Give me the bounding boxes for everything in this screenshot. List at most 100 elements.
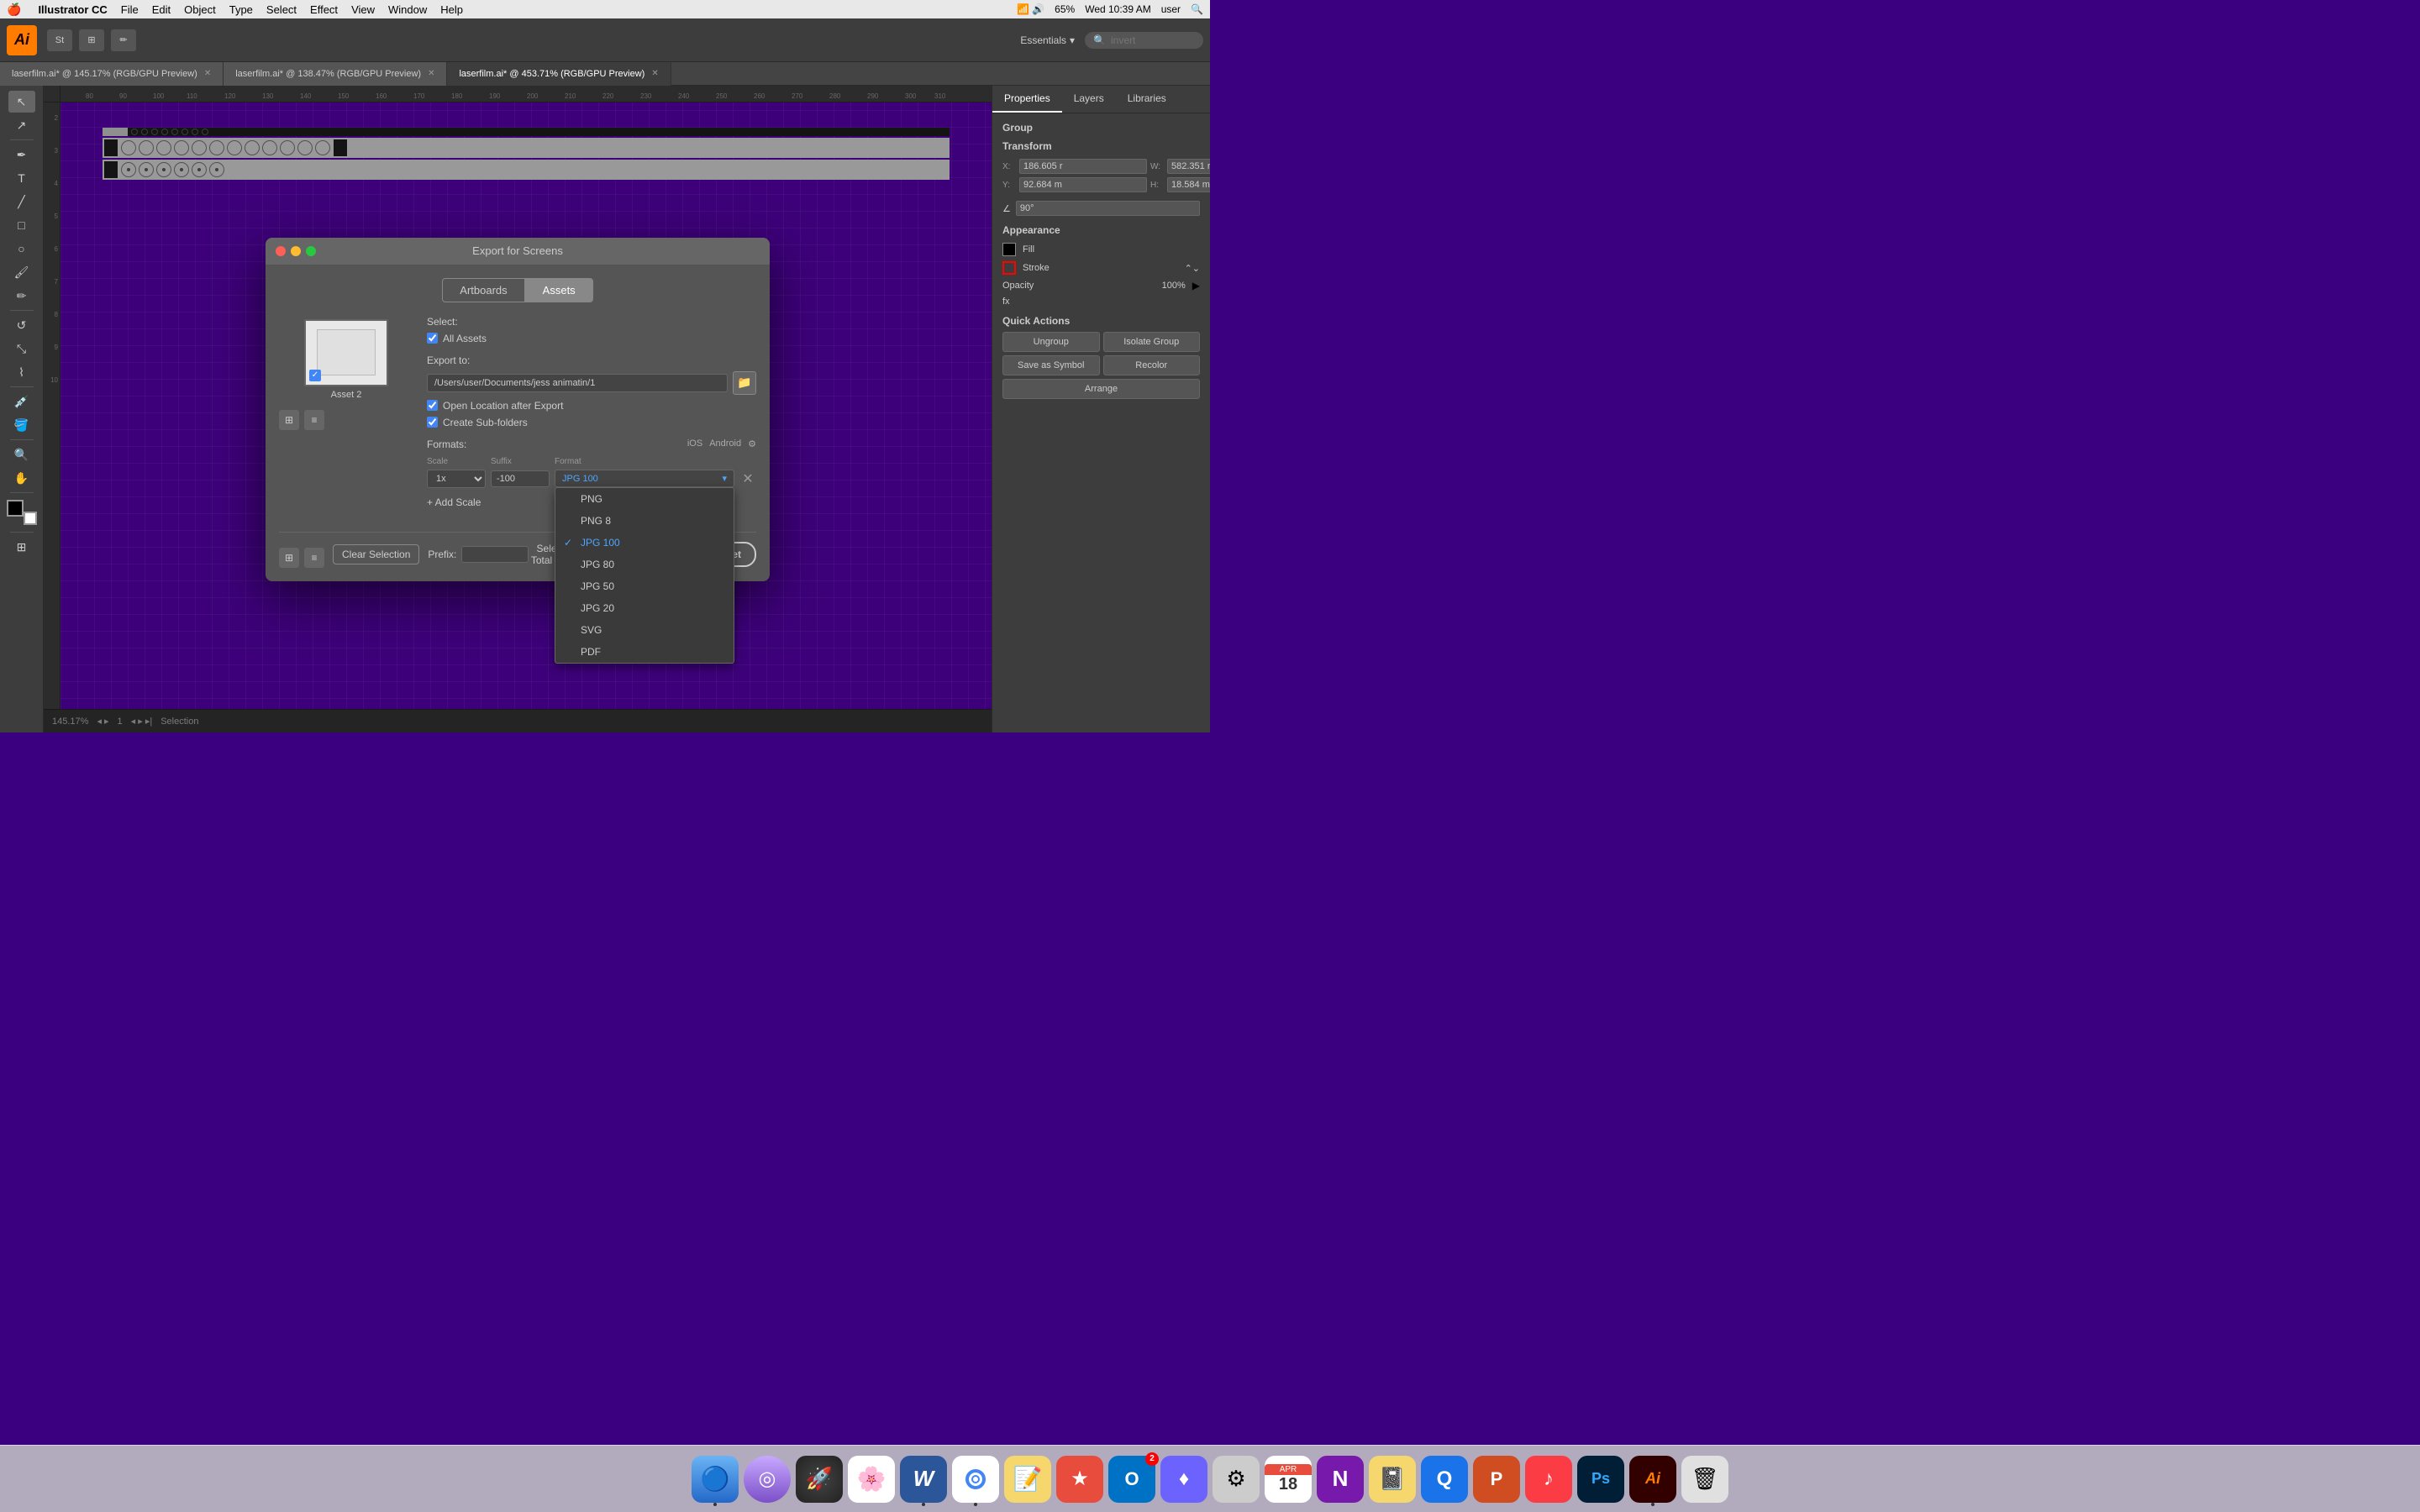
tool-pencil[interactable]: ✏ bbox=[8, 285, 35, 307]
dock-word[interactable]: W bbox=[900, 1456, 947, 1503]
x-input[interactable] bbox=[1019, 159, 1147, 174]
asset-item[interactable]: ✓ Asset 2 bbox=[279, 316, 413, 403]
dock-photos[interactable]: 🌸 bbox=[848, 1456, 895, 1503]
menu-window[interactable]: Window bbox=[388, 3, 427, 16]
modal-maximize-btn[interactable] bbox=[306, 246, 316, 256]
h-input[interactable] bbox=[1167, 177, 1210, 192]
doc-tab-2[interactable]: laserfilm.ai* @ 138.47% (RGB/GPU Preview… bbox=[224, 62, 447, 86]
dock-trash[interactable]: 🗑 bbox=[1681, 1456, 1728, 1503]
apple-menu[interactable]: 🍎 bbox=[7, 3, 21, 17]
menu-help[interactable]: Help bbox=[440, 3, 463, 16]
background-color[interactable] bbox=[24, 512, 37, 525]
dock-stickies[interactable]: 📝 bbox=[1004, 1456, 1051, 1503]
menu-view[interactable]: View bbox=[351, 3, 375, 16]
menu-object[interactable]: Object bbox=[184, 3, 216, 16]
ungroup-btn[interactable]: Ungroup bbox=[1002, 332, 1100, 352]
export-path-input[interactable] bbox=[427, 374, 728, 392]
app-name[interactable]: Illustrator CC bbox=[38, 3, 107, 16]
tool-warp[interactable]: ⌇ bbox=[8, 361, 35, 383]
format-option-jpg20[interactable]: JPG 20 bbox=[555, 597, 734, 619]
foreground-color[interactable] bbox=[7, 500, 24, 517]
tool-rect[interactable]: □ bbox=[8, 214, 35, 236]
toolbar-btn-1[interactable]: St bbox=[47, 29, 72, 51]
remove-format-btn[interactable]: ✕ bbox=[739, 470, 756, 487]
tool-eyedropper[interactable]: 💉 bbox=[8, 391, 35, 412]
modal-close-btn[interactable] bbox=[276, 246, 286, 256]
dock-goodlinks[interactable]: ★ bbox=[1056, 1456, 1103, 1503]
format-option-png8[interactable]: PNG 8 bbox=[555, 510, 734, 532]
dock-powerpoint[interactable]: P bbox=[1473, 1456, 1520, 1503]
toolbar-btn-3[interactable]: ✏ bbox=[111, 29, 136, 51]
modal-tab-assets[interactable]: Assets bbox=[525, 278, 593, 302]
tab-libraries[interactable]: Libraries bbox=[1116, 86, 1178, 113]
android-label[interactable]: Android bbox=[709, 438, 741, 449]
asset-checked-icon[interactable]: ✓ bbox=[309, 370, 321, 381]
format-option-jpg100[interactable]: ✓ JPG 100 bbox=[555, 532, 734, 554]
save-as-symbol-btn[interactable]: Save as Symbol bbox=[1002, 355, 1100, 375]
format-option-jpg50[interactable]: JPG 50 bbox=[555, 575, 734, 597]
menu-edit[interactable]: Edit bbox=[152, 3, 171, 16]
tab-properties[interactable]: Properties bbox=[992, 86, 1062, 113]
tool-text[interactable]: T bbox=[8, 167, 35, 189]
angle-input[interactable] bbox=[1016, 201, 1200, 216]
dock-siri[interactable]: ◎ bbox=[744, 1456, 791, 1503]
toolbar-search[interactable]: 🔍 bbox=[1085, 32, 1203, 49]
tool-paint-bucket[interactable]: 🪣 bbox=[8, 414, 35, 436]
arrange-btn[interactable]: Arrange bbox=[1002, 379, 1200, 399]
prefix-input[interactable] bbox=[461, 546, 529, 563]
tool-brush[interactable]: 🖌 bbox=[8, 261, 35, 283]
doc-tab-1[interactable]: laserfilm.ai* @ 145.17% (RGB/GPU Preview… bbox=[0, 62, 224, 86]
format-option-jpg80[interactable]: JPG 80 bbox=[555, 554, 734, 575]
tool-circle[interactable]: ○ bbox=[8, 238, 35, 260]
dock-quicken[interactable]: Q bbox=[1421, 1456, 1468, 1503]
create-subfolders-checkbox[interactable] bbox=[427, 417, 438, 428]
list-view-btn-footer[interactable]: ≡ bbox=[304, 548, 324, 568]
search-input[interactable] bbox=[1111, 34, 1195, 46]
scale-select[interactable]: 1x 2x 3x bbox=[427, 470, 486, 488]
dock-chrome[interactable] bbox=[952, 1456, 999, 1503]
menu-select[interactable]: Select bbox=[266, 3, 297, 16]
dock-calendar[interactable]: APR 18 bbox=[1265, 1456, 1312, 1503]
menu-type[interactable]: Type bbox=[229, 3, 253, 16]
format-option-svg[interactable]: SVG bbox=[555, 619, 734, 641]
list-view-btn[interactable]: ≡ bbox=[304, 410, 324, 430]
toolbar-btn-2[interactable]: ⊞ bbox=[79, 29, 104, 51]
essentials-btn[interactable]: Essentials ▾ bbox=[1020, 34, 1075, 46]
clear-selection-btn[interactable]: Clear Selection bbox=[333, 544, 419, 564]
open-location-checkbox[interactable] bbox=[427, 400, 438, 411]
dock-music[interactable]: ♪ bbox=[1525, 1456, 1572, 1503]
tool-hand[interactable]: ✋ bbox=[8, 467, 35, 489]
tab-close-2[interactable]: ✕ bbox=[428, 69, 434, 78]
stroke-swatch[interactable] bbox=[1002, 261, 1016, 275]
tool-select-plus[interactable]: ↗ bbox=[8, 114, 35, 136]
format-option-pdf[interactable]: PDF bbox=[555, 641, 734, 663]
suffix-input[interactable] bbox=[491, 470, 550, 487]
dock-finder[interactable]: 🔵 bbox=[692, 1456, 739, 1503]
tab-close-3[interactable]: ✕ bbox=[651, 69, 658, 78]
modal-tab-artboards[interactable]: Artboards bbox=[442, 278, 524, 302]
ios-label[interactable]: iOS bbox=[687, 438, 702, 449]
tool-zoom[interactable]: 🔍 bbox=[8, 444, 35, 465]
dock-illustrator[interactable]: Ai bbox=[1629, 1456, 1676, 1503]
menu-effect[interactable]: Effect bbox=[310, 3, 338, 16]
tab-layers[interactable]: Layers bbox=[1062, 86, 1116, 113]
grid-view-btn-footer[interactable]: ⊞ bbox=[279, 548, 299, 568]
tab-close-1[interactable]: ✕ bbox=[204, 69, 211, 78]
menu-file[interactable]: File bbox=[121, 3, 139, 16]
w-input[interactable] bbox=[1167, 159, 1210, 174]
folder-browse-btn[interactable]: 📁 bbox=[733, 371, 756, 395]
dock-notes[interactable]: 📓 bbox=[1369, 1456, 1416, 1503]
tool-scale[interactable]: ⤡ bbox=[8, 338, 35, 360]
tool-line[interactable]: ╱ bbox=[8, 191, 35, 213]
isolate-group-btn[interactable]: Isolate Group bbox=[1103, 332, 1201, 352]
tool-artboard[interactable]: ⊞ bbox=[8, 536, 35, 558]
fill-swatch[interactable] bbox=[1002, 243, 1016, 256]
dock-photoshop[interactable]: Ps bbox=[1577, 1456, 1624, 1503]
format-select-btn[interactable]: JPG 100 ▾ bbox=[555, 470, 734, 487]
y-input[interactable] bbox=[1019, 177, 1147, 192]
search-icon[interactable]: 🔍 bbox=[1191, 3, 1203, 15]
tool-pen[interactable]: ✒ bbox=[8, 144, 35, 165]
recolor-btn[interactable]: Recolor bbox=[1103, 355, 1201, 375]
tool-select[interactable]: ↖ bbox=[8, 91, 35, 113]
all-assets-checkbox[interactable] bbox=[427, 333, 438, 344]
